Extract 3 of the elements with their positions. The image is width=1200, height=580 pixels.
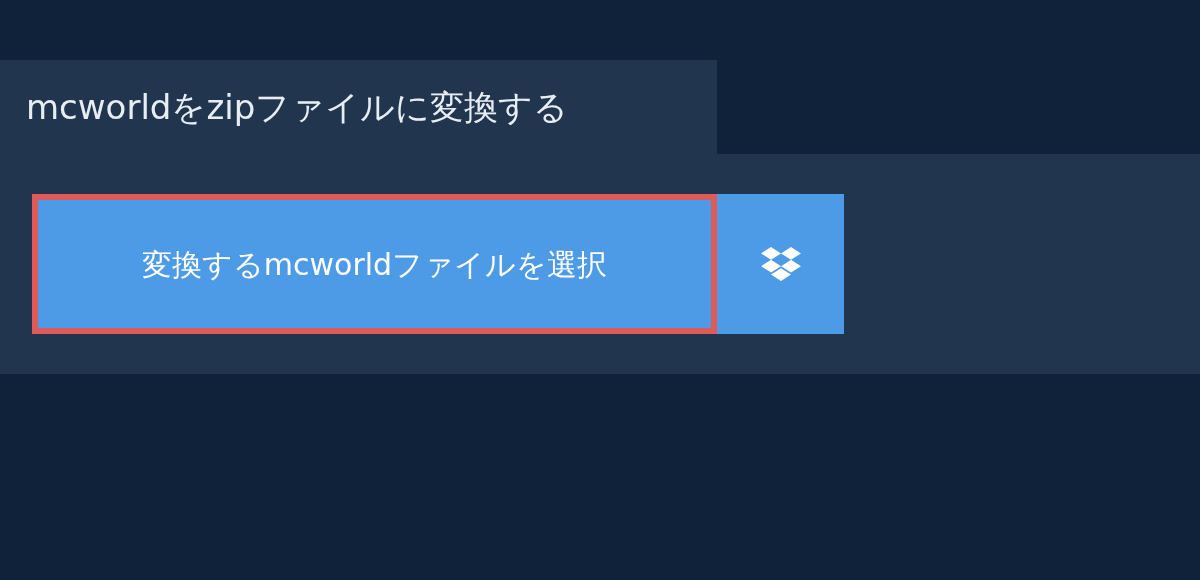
- box-diamonds-icon: [760, 244, 801, 284]
- tab[interactable]: mcworldをzipファイルに変換する: [0, 60, 717, 154]
- cloud-storage-button[interactable]: [717, 194, 844, 334]
